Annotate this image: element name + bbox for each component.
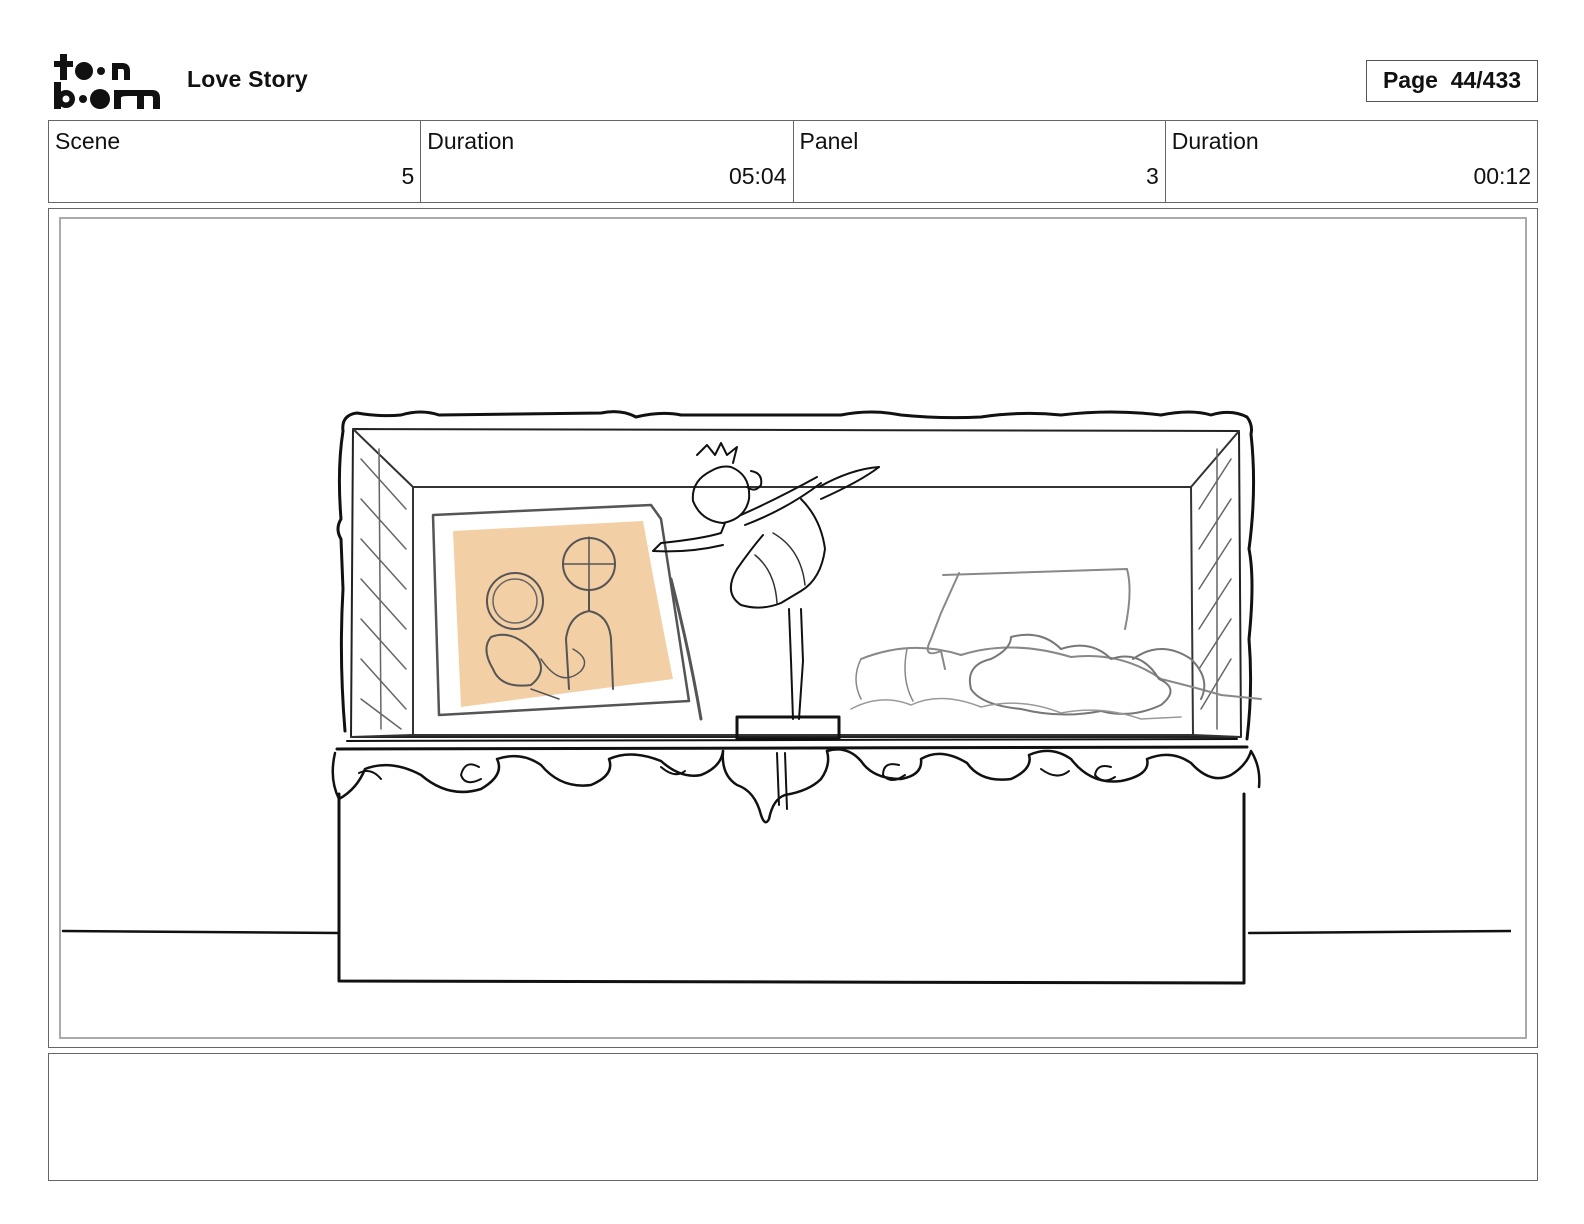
accent-fill bbox=[453, 521, 673, 707]
music-box-sketch-icon bbox=[61, 410, 1511, 985]
toonboom-logo bbox=[54, 54, 160, 109]
scene-cell: Scene 5 bbox=[49, 121, 422, 202]
scene-duration-value: 05:04 bbox=[728, 163, 787, 189]
page-indicator: Page 44/433 bbox=[1366, 60, 1538, 102]
page-label: Page bbox=[1382, 67, 1438, 93]
panel-label: Panel bbox=[799, 128, 859, 154]
panel-duration-cell: Duration 00:12 bbox=[1166, 121, 1537, 202]
scene-duration-label: Duration bbox=[427, 128, 515, 154]
panel-duration-value: 00:12 bbox=[1473, 163, 1531, 189]
storyboard-panel-frame bbox=[48, 208, 1538, 1048]
panel-notes-area bbox=[48, 1053, 1538, 1181]
panel-cell: Panel 3 bbox=[794, 121, 1166, 202]
scene-label: Scene bbox=[55, 128, 121, 154]
scene-info-table: Scene 5 Duration 05:04 Panel 3 Duration … bbox=[48, 120, 1538, 203]
project-title: Love Story bbox=[187, 66, 308, 92]
scene-value: 5 bbox=[401, 163, 415, 189]
panel-duration-label: Duration bbox=[1171, 128, 1259, 154]
scene-duration-cell: Duration 05:04 bbox=[421, 121, 794, 202]
panel-value: 3 bbox=[1145, 163, 1159, 189]
storyboard-panel-image bbox=[59, 217, 1527, 1039]
page-number: 44/433 bbox=[1450, 67, 1522, 93]
